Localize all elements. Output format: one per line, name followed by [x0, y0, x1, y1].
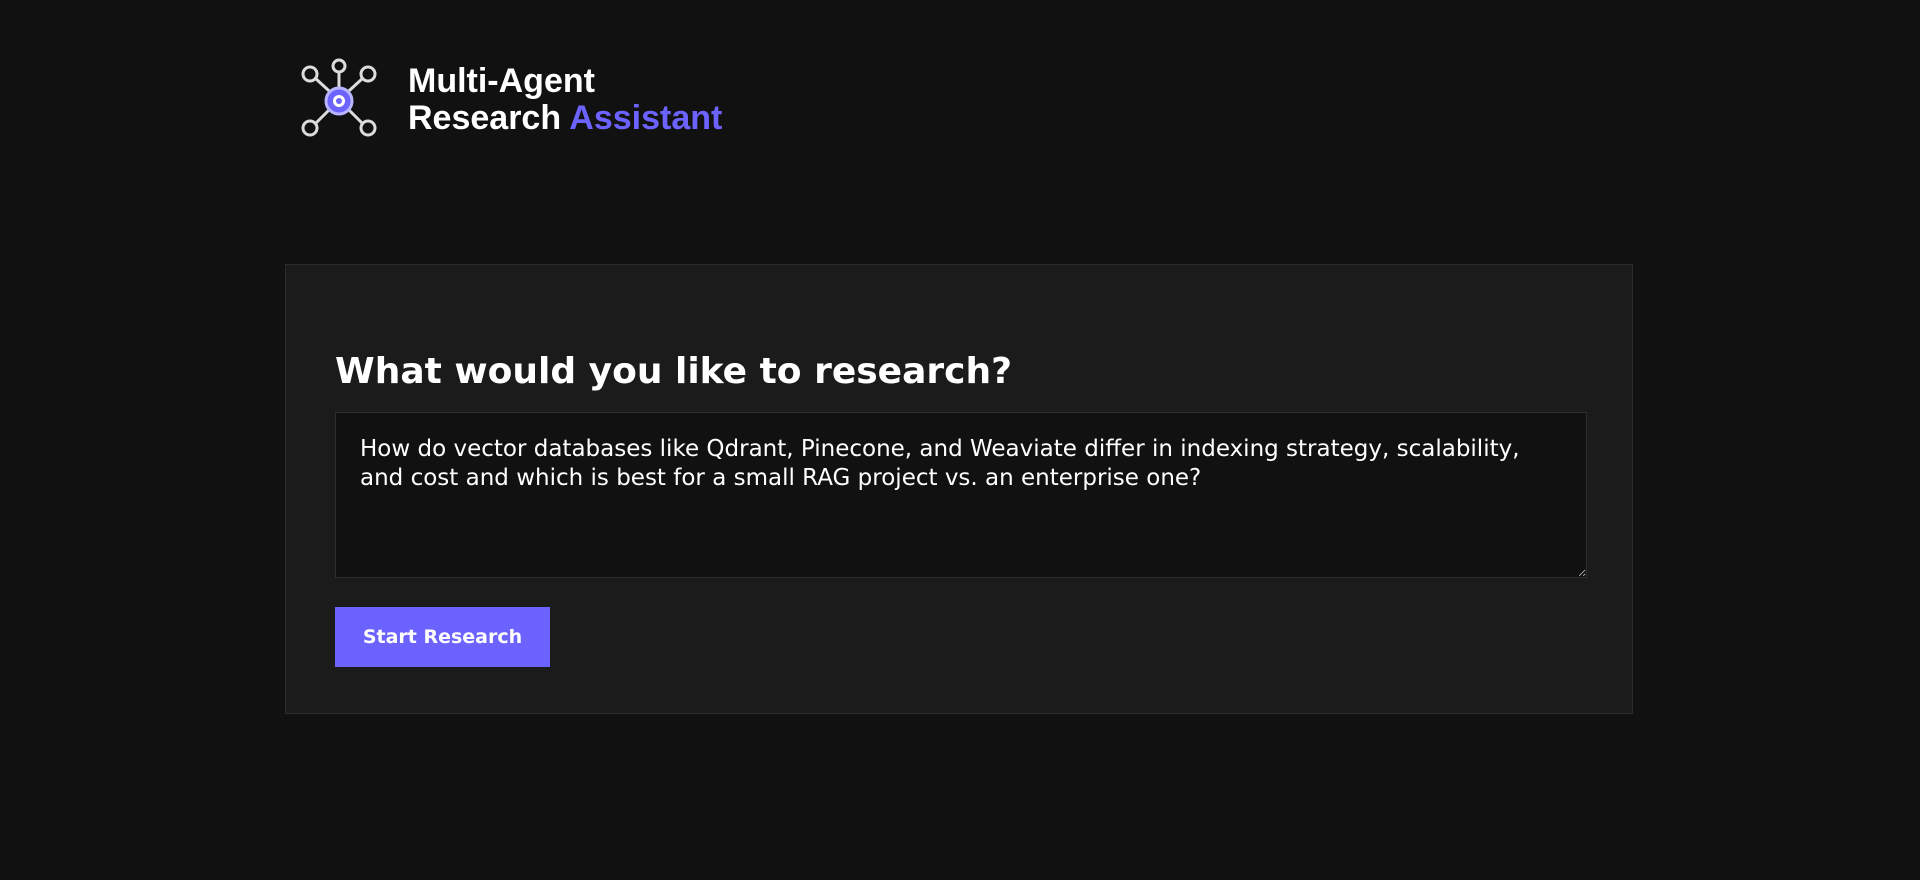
research-heading: What would you like to research? — [335, 351, 1012, 392]
app-title-research: Research — [408, 99, 562, 137]
research-query-input[interactable]: How do vector databases like Qdrant, Pin… — [335, 412, 1587, 578]
app-page: Multi-Agent Research Assistant What woul… — [0, 0, 1920, 880]
app-title: Multi-Agent Research Assistant — [408, 63, 722, 137]
research-card: What would you like to research? How do … — [285, 264, 1633, 714]
brand-header: Multi-Agent Research Assistant — [300, 56, 722, 144]
app-title-line1: Multi-Agent — [408, 62, 595, 100]
app-title-line2: Research Assistant — [408, 100, 722, 137]
network-nodes-icon — [301, 58, 377, 137]
start-research-button[interactable]: Start Research — [335, 607, 550, 667]
app-title-accent: Assistant — [569, 99, 723, 137]
